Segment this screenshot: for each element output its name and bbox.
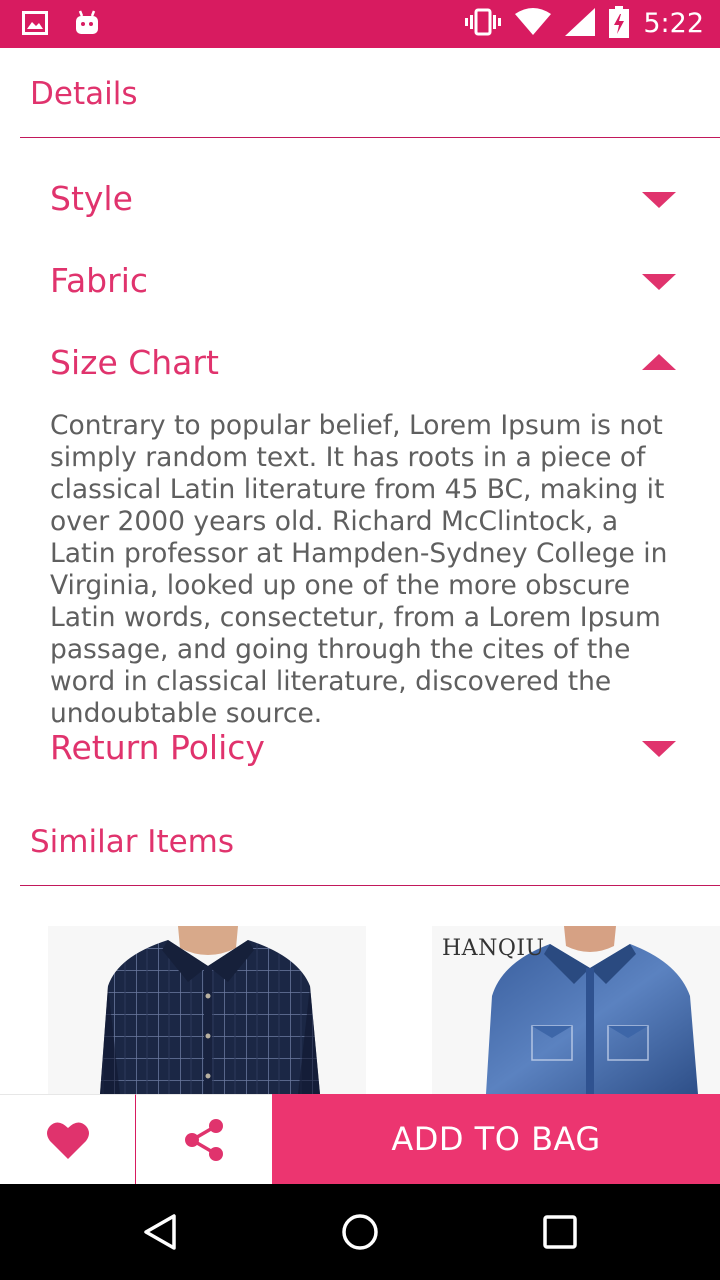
status-time: 5:22 (643, 8, 704, 39)
similar-item-1-image[interactable] (48, 926, 366, 1094)
accordion-fabric-label: Fabric (50, 261, 149, 300)
share-button[interactable] (136, 1094, 272, 1184)
wifi-icon (515, 8, 552, 40)
favorite-button[interactable] (0, 1094, 136, 1184)
accordion-fabric[interactable]: Fabric (50, 256, 680, 306)
chevron-down-icon (642, 741, 676, 757)
battery-charging-icon (609, 6, 630, 42)
recents-icon[interactable] (540, 1212, 580, 1252)
similar-items-header: Similar Items (30, 824, 235, 860)
chevron-down-icon (642, 192, 676, 208)
share-icon (185, 1118, 223, 1161)
home-icon[interactable] (340, 1212, 380, 1252)
bottom-action-bar: ADD TO BAG (0, 1094, 720, 1184)
similar-item-2-brand: HANQIU (442, 936, 545, 961)
size-chart-description: Contrary to popular belief, Lorem Ipsum … (50, 410, 668, 729)
cell-signal-icon (565, 8, 596, 40)
accordion-style-label: Style (50, 179, 133, 218)
accordion-style[interactable]: Style (50, 174, 680, 224)
similar-items-divider (20, 885, 720, 886)
details-header: Details (30, 76, 138, 112)
details-divider (20, 137, 720, 138)
similar-item-2-image[interactable]: HANQIU (432, 926, 720, 1094)
product-details-screen: 5:22 Details Style Fabric Size Chart Con… (0, 0, 720, 1280)
system-nav-bar (0, 1184, 720, 1280)
back-icon[interactable] (140, 1212, 180, 1252)
chevron-up-icon (642, 354, 676, 370)
status-bar: 5:22 (0, 0, 720, 48)
accordion-return-policy-label: Return Policy (50, 728, 265, 767)
android-icon (74, 10, 100, 40)
chevron-down-icon (642, 274, 676, 290)
accordion-size-chart-label: Size Chart (50, 343, 219, 382)
heart-icon (46, 1121, 89, 1159)
image-icon (22, 11, 48, 39)
accordion-return-policy[interactable]: Return Policy (50, 723, 680, 773)
add-to-bag-button[interactable]: ADD TO BAG (272, 1094, 720, 1184)
vibrate-icon (465, 8, 502, 40)
accordion-size-chart[interactable]: Size Chart (50, 338, 680, 388)
